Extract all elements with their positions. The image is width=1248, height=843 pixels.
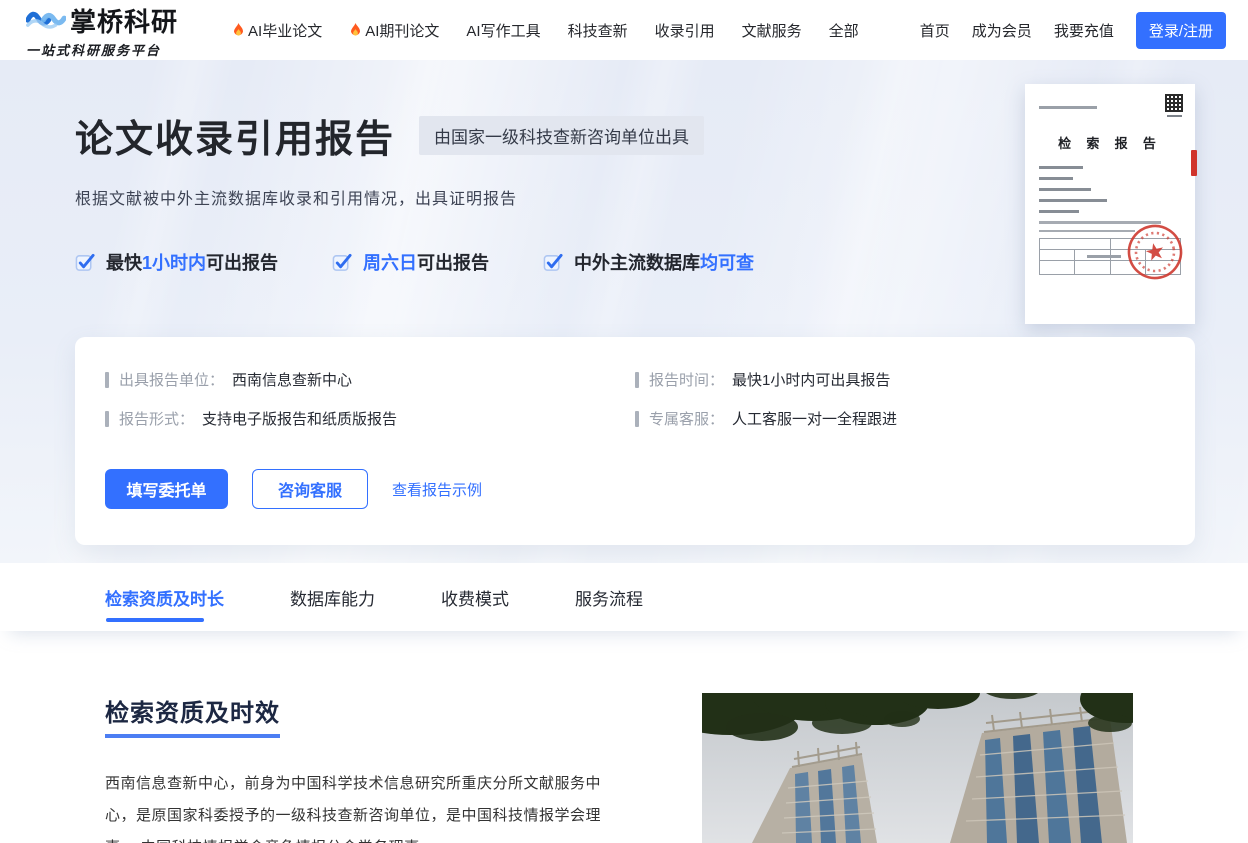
nav-item-all[interactable]: 全部 — [829, 20, 859, 41]
nav-label: 科技查新 — [568, 20, 628, 41]
nav-item-ai-writing-tools[interactable]: AI写作工具 — [466, 20, 540, 41]
nav-item-literature-service[interactable]: 文献服务 — [742, 20, 802, 41]
nav-item-ai-journal[interactable]: AI期刊论文 — [349, 20, 439, 41]
tab-pricing-model[interactable]: 收费模式 — [441, 563, 509, 631]
nav-label: 文献服务 — [742, 20, 802, 41]
tab-database-capability[interactable]: 数据库能力 — [290, 563, 375, 631]
checkbox-check-icon — [332, 252, 353, 273]
section-tabs: 检索资质及时长 数据库能力 收费模式 服务流程 — [0, 563, 1248, 631]
contact-support-button[interactable]: 咨询客服 — [252, 469, 368, 509]
nav-label: AI期刊论文 — [365, 20, 439, 41]
qr-code-icon — [1165, 94, 1183, 112]
feature-weekend-report: 周六日可出报告 — [332, 249, 489, 275]
main-nav: AI毕业论文 AI期刊论文 AI写作工具 科技查新 收录引用 文献服务 全部 — [232, 20, 859, 41]
authority-badge: 由国家一级科技查新咨询单位出具 — [419, 116, 704, 155]
nav-item-recharge[interactable]: 我要充值 — [1054, 20, 1114, 41]
feature-all-databases: 中外主流数据库均可查 — [543, 249, 754, 275]
checkbox-check-icon — [543, 252, 564, 273]
feature-fast-report: 最快1小时内可出报告 — [75, 249, 278, 275]
brand-logo[interactable]: 掌桥科研 一站式科研服务平台 — [26, 2, 178, 59]
top-navbar: 掌桥科研 一站式科研服务平台 AI毕业论文 AI期刊论文 AI写作工具 科技查新… — [0, 0, 1248, 60]
office-buildings-photo — [702, 693, 1133, 843]
brand-name: 掌桥科研 — [70, 2, 178, 39]
doc-signature-line — [1087, 255, 1121, 258]
info-row-dedicated-support: 专属客服： 人工客服一对一全程跟进 — [635, 408, 1165, 429]
row-marker — [105, 372, 109, 388]
nav-item-home[interactable]: 首页 — [920, 20, 950, 41]
fill-commission-form-button[interactable]: 填写委托单 — [105, 469, 228, 509]
page-title: 论文收录引用报告 — [75, 108, 395, 163]
nav-item-citation-report[interactable]: 收录引用 — [655, 20, 715, 41]
qr-caption-line — [1167, 115, 1182, 117]
tab-service-process[interactable]: 服务流程 — [575, 563, 643, 631]
doc-red-bookmark — [1191, 150, 1197, 176]
qualification-section: 检索资质及时效 西南信息查新中心，前身为中国科学技术信息研究所重庆分所文献服务中… — [0, 631, 1248, 843]
report-sample-thumbnail: 检 索 报 告 — [1025, 84, 1195, 324]
nav-label: 全部 — [829, 20, 859, 41]
red-seal-icon — [1119, 216, 1190, 287]
row-marker — [635, 411, 639, 427]
info-row-report-format: 报告形式： 支持电子版报告和纸质版报告 — [105, 408, 635, 429]
nav-right-group: 首页 成为会员 我要充值 登录/注册 — [920, 12, 1226, 49]
row-marker — [105, 411, 109, 427]
nav-item-ai-thesis[interactable]: AI毕业论文 — [232, 20, 322, 41]
info-row-issuer: 出具报告单位： 西南信息查新中心 — [105, 369, 635, 390]
brand-tagline: 一站式科研服务平台 — [26, 40, 178, 59]
nav-label: 收录引用 — [655, 20, 715, 41]
logo-wave-icon — [26, 7, 66, 33]
fire-icon — [232, 23, 245, 38]
nav-item-novelty-search[interactable]: 科技查新 — [568, 20, 628, 41]
doc-field-lines — [1039, 166, 1181, 213]
section-paragraph: 西南信息查新中心，前身为中国科学技术信息研究所重庆分所文献服务中心，是原国家科委… — [105, 768, 603, 843]
service-info-card: 出具报告单位： 西南信息查新中心 报告时间： 最快1小时内可出具报告 报告形式：… — [75, 337, 1195, 545]
nav-label: AI毕业论文 — [248, 20, 322, 41]
nav-item-become-member[interactable]: 成为会员 — [972, 20, 1032, 41]
row-marker — [635, 372, 639, 388]
doc-number-line — [1039, 106, 1097, 109]
hero-section: 论文收录引用报告 由国家一级科技查新咨询单位出具 根据文献被中外主流数据库收录和… — [0, 60, 1248, 563]
fire-icon — [349, 23, 362, 38]
info-row-report-time: 报告时间： 最快1小时内可出具报告 — [635, 369, 1165, 390]
checkbox-check-icon — [75, 252, 96, 273]
nav-label: AI写作工具 — [466, 20, 540, 41]
section-heading: 检索资质及时效 — [105, 693, 280, 738]
doc-title: 检 索 报 告 — [1039, 133, 1181, 152]
tab-search-qualification[interactable]: 检索资质及时长 — [105, 563, 224, 631]
login-register-button[interactable]: 登录/注册 — [1136, 12, 1226, 49]
view-report-sample-link[interactable]: 查看报告示例 — [392, 479, 482, 500]
